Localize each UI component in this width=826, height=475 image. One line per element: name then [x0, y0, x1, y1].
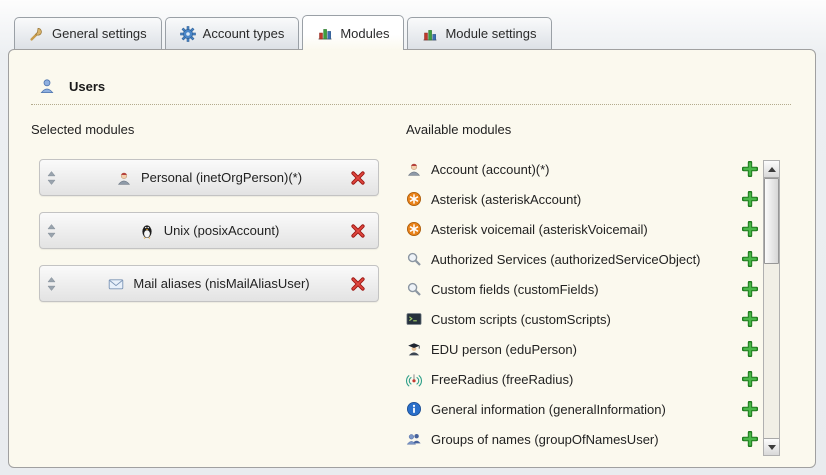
available-module-row: Groups of names (groupOfNamesUser) [406, 424, 758, 454]
drag-handle-icon[interactable] [47, 223, 56, 238]
module-label: Authorized Services (authorizedServiceOb… [431, 252, 701, 267]
add-plus-icon[interactable] [742, 281, 758, 297]
module-label: FreeRadius (freeRadius) [431, 372, 573, 387]
tab-module-settings[interactable]: Module settings [407, 17, 551, 49]
module-label: Account (account)(*) [431, 162, 550, 177]
tab-label: Modules [340, 26, 389, 41]
available-module-row: Asterisk (asteriskAccount) [406, 184, 758, 214]
terminal-icon [406, 311, 422, 327]
available-module-row: FreeRadius (freeRadius) [406, 364, 758, 394]
module-label: Personal (inetOrgPerson)(*) [141, 170, 302, 185]
available-module-row: EDU person (eduPerson) [406, 334, 758, 364]
tab-account-types[interactable]: Account types [165, 17, 300, 49]
modules-panel: Users Selected modules Available modules [8, 49, 816, 468]
magnifier-icon [406, 281, 422, 297]
add-plus-icon[interactable] [742, 401, 758, 417]
module-label: Asterisk (asteriskAccount) [431, 192, 581, 207]
add-plus-icon[interactable] [742, 341, 758, 357]
selected-module-row[interactable]: Personal (inetOrgPerson)(*) [39, 159, 379, 196]
selected-module-row[interactable]: Unix (posixAccount) [39, 212, 379, 249]
arrow-up-icon [768, 167, 776, 172]
add-plus-icon[interactable] [742, 221, 758, 237]
scroll-down-button[interactable] [764, 438, 779, 455]
tab-label: Account types [203, 26, 285, 41]
module-label: Asterisk voicemail (asteriskVoicemail) [431, 222, 648, 237]
delete-x-icon[interactable] [350, 223, 366, 239]
module-label: EDU person (eduPerson) [431, 342, 577, 357]
drag-handle-icon[interactable] [47, 276, 56, 291]
penguin-icon [139, 223, 155, 239]
user-icon [39, 78, 55, 94]
selected-modules-list: Personal (inetOrgPerson)(*) [39, 159, 379, 318]
available-modules-list: Account (account)(*) Asterisk (asteriskA… [406, 154, 758, 454]
tab-label: Module settings [445, 26, 536, 41]
add-plus-icon[interactable] [742, 311, 758, 327]
section-title: Users [69, 79, 105, 94]
available-modules-heading: Available modules [406, 122, 511, 137]
scroll-up-button[interactable] [764, 161, 779, 178]
tab-modules[interactable]: Modules [302, 15, 404, 50]
available-module-row: Authorized Services (authorizedServiceOb… [406, 244, 758, 274]
module-label: Unix (posixAccount) [164, 223, 280, 238]
available-module-row: Custom fields (customFields) [406, 274, 758, 304]
magnifier-icon [406, 251, 422, 267]
asterisk-icon [406, 191, 422, 207]
selected-module-row[interactable]: Mail aliases (nisMailAliasUser) [39, 265, 379, 302]
add-plus-icon[interactable] [742, 191, 758, 207]
person-icon [406, 161, 422, 177]
scroll-thumb[interactable] [764, 178, 779, 264]
tab-general-settings[interactable]: General settings [14, 17, 162, 49]
module-label: General information (generalInformation) [431, 402, 666, 417]
gear-icon [180, 26, 196, 42]
available-module-row: Custom scripts (customScripts) [406, 304, 758, 334]
envelope-icon [108, 276, 124, 292]
person-icon [116, 170, 132, 186]
drag-handle-icon[interactable] [47, 170, 56, 185]
tab-label: General settings [52, 26, 147, 41]
add-plus-icon[interactable] [742, 251, 758, 267]
delete-x-icon[interactable] [350, 170, 366, 186]
lam-configuration-screen: General settings Account typ [0, 0, 826, 475]
add-plus-icon[interactable] [742, 161, 758, 177]
module-label: Groups of names (groupOfNamesUser) [431, 432, 659, 447]
tools-icon [29, 26, 45, 42]
selected-modules-heading: Selected modules [31, 122, 134, 137]
add-plus-icon[interactable] [742, 371, 758, 387]
asterisk-icon [406, 221, 422, 237]
radio-signal-icon [406, 371, 422, 387]
users-section-heading: Users [39, 78, 105, 94]
delete-x-icon[interactable] [350, 276, 366, 292]
available-module-row: Account (account)(*) [406, 154, 758, 184]
bar-chart-icon [422, 26, 438, 42]
module-label: Custom fields (customFields) [431, 282, 599, 297]
bar-chart-icon [317, 25, 333, 41]
group-icon [406, 431, 422, 447]
module-label: Custom scripts (customScripts) [431, 312, 611, 327]
available-modules-scrollbar[interactable] [763, 160, 780, 456]
module-label: Mail aliases (nisMailAliasUser) [133, 276, 309, 291]
arrow-down-icon [768, 445, 776, 450]
graduate-icon [406, 341, 422, 357]
available-module-row: General information (generalInformation) [406, 394, 758, 424]
available-module-row: Asterisk voicemail (asteriskVoicemail) [406, 214, 758, 244]
add-plus-icon[interactable] [742, 431, 758, 447]
section-divider [31, 104, 791, 105]
tab-bar: General settings Account typ [14, 15, 552, 50]
info-icon [406, 401, 422, 417]
